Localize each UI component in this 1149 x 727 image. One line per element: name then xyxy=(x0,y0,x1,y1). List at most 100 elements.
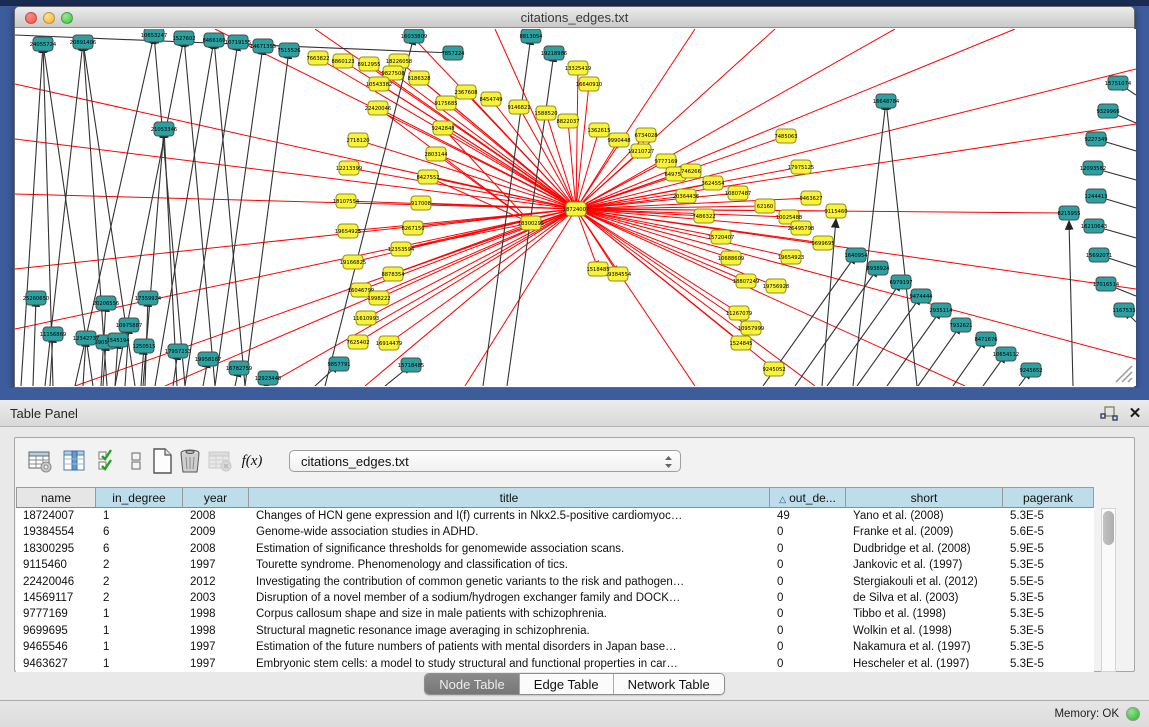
graph-node[interactable]: 14671355 xyxy=(250,39,276,53)
function-builder-icon[interactable]: f(x) xyxy=(239,448,265,474)
graph-node[interactable]: 11610993 xyxy=(353,311,379,325)
graph-node[interactable]: 1362615 xyxy=(587,123,610,137)
graph-node[interactable]: 9474444 xyxy=(909,289,933,303)
tab-edge-table[interactable]: Edge Table xyxy=(520,674,614,694)
graph-node[interactable]: 16782759 xyxy=(226,361,252,375)
graph-node[interactable]: 9227349 xyxy=(1084,132,1107,146)
graph-node[interactable]: 1640954 xyxy=(844,248,868,262)
graph-node[interactable]: 9329966 xyxy=(1096,104,1119,118)
graph-node[interactable]: 9175685 xyxy=(434,96,457,110)
window-titlebar[interactable]: citations_edges.txt xyxy=(15,7,1134,28)
graph-node[interactable]: 746266 xyxy=(681,164,701,178)
graph-node[interactable]: 10653247 xyxy=(141,29,167,42)
graph-edge[interactable] xyxy=(366,209,576,318)
column-header-name[interactable]: name xyxy=(16,487,96,508)
graph-node[interactable]: 8215955 xyxy=(1057,206,1080,220)
graph-node[interactable]: 10975887 xyxy=(116,318,142,332)
table-row[interactable]: 977716911998Corpus callosum shape and si… xyxy=(16,606,1094,622)
graph-node[interactable]: 9245052 xyxy=(762,362,785,376)
graph-edge[interactable] xyxy=(154,35,185,386)
close-panel-icon[interactable]: ✕ xyxy=(1127,404,1143,422)
column-header-out_de[interactable]: △out_de... xyxy=(770,487,846,508)
graph-edge[interactable] xyxy=(1069,221,1073,386)
graph-node[interactable]: 9857791 xyxy=(327,357,350,371)
graph-node[interactable]: 7932621 xyxy=(949,318,972,332)
graph-edge[interactable] xyxy=(465,209,576,386)
graph-node[interactable]: 10654112 xyxy=(993,347,1019,361)
graph-node[interactable]: 7485063 xyxy=(774,129,797,143)
graph-node[interactable]: 9699695 xyxy=(811,236,834,250)
delete-rows-trash-icon[interactable] xyxy=(177,448,203,474)
table-row[interactable]: 946554611997Estimation of the future num… xyxy=(16,639,1094,655)
graph-node[interactable]: 19654925 xyxy=(335,224,361,238)
graph-node[interactable]: 18107554 xyxy=(333,194,360,208)
graph-node[interactable]: 12093582 xyxy=(1080,161,1106,175)
graph-node[interactable]: 9146821 xyxy=(507,100,530,114)
graph-node[interactable]: 9777169 xyxy=(654,154,677,168)
graph-node[interactable]: 8454749 xyxy=(479,92,502,106)
graph-edge[interactable] xyxy=(184,38,215,386)
table-row[interactable]: 911546021997Tourette syndrome. Phenomeno… xyxy=(16,557,1094,573)
graph-node[interactable]: 16648784 xyxy=(873,94,900,108)
memory-ok-indicator-icon[interactable] xyxy=(1126,707,1140,721)
table-row[interactable]: 1872400712008Changes of HCN gene express… xyxy=(16,508,1094,524)
graph-node[interactable]: 19218986 xyxy=(541,46,567,60)
graph-node[interactable]: 19958167 xyxy=(195,352,221,366)
graph-node[interactable]: 17975125 xyxy=(788,160,814,174)
graph-node[interactable]: 9242848 xyxy=(431,121,454,135)
graph-node[interactable]: 18300295 xyxy=(518,216,544,230)
graph-node[interactable]: 1588520 xyxy=(534,106,557,120)
graph-node[interactable]: 62160 xyxy=(755,199,775,213)
graph-node[interactable]: 16033809 xyxy=(401,29,427,43)
graph-edge[interactable] xyxy=(576,29,775,209)
graph-edge[interactable] xyxy=(576,29,1015,209)
graph-node[interactable]: 10688609 xyxy=(718,251,744,265)
table-row[interactable]: 946362711997Embryonic stem cells: a mode… xyxy=(16,656,1094,672)
graph-node[interactable]: 8822037 xyxy=(556,114,579,128)
float-window-icon[interactable] xyxy=(1100,405,1118,421)
graph-node[interactable]: 17957253 xyxy=(165,344,191,358)
graph-node[interactable]: 8878354 xyxy=(381,267,405,281)
show-columns-icon[interactable] xyxy=(61,448,87,474)
table-row[interactable]: 1938455462009Genome-wide association stu… xyxy=(16,524,1094,540)
graph-node[interactable]: 1545194 xyxy=(106,333,130,347)
graph-node[interactable]: 8813054 xyxy=(519,29,543,43)
window-resize-grip[interactable] xyxy=(1108,358,1134,384)
graph-node[interactable]: 19210727 xyxy=(628,144,654,158)
graph-node[interactable]: 12923448 xyxy=(255,371,281,385)
graph-node[interactable]: 15692071 xyxy=(1086,248,1112,262)
graph-edge[interactable] xyxy=(795,268,878,386)
table-mode-icon[interactable] xyxy=(27,448,53,474)
graph-node[interactable]: 15718485 xyxy=(398,358,424,372)
graph-edge[interactable] xyxy=(887,310,941,386)
table-row[interactable]: 969969511998Structural magnetic resonanc… xyxy=(16,623,1094,639)
graph-node[interactable]: 2935114 xyxy=(929,303,953,317)
graph-edge[interactable] xyxy=(576,29,895,209)
graph-node[interactable]: 17016514 xyxy=(1093,277,1120,291)
graph-node[interactable]: 8466160 xyxy=(202,33,225,47)
graph-edge[interactable] xyxy=(576,69,1136,209)
graph-edge[interactable] xyxy=(214,40,245,386)
graph-node[interactable]: 1518485 xyxy=(586,262,609,276)
graph-node[interactable]: 18724007 xyxy=(563,202,589,216)
graph-node[interactable]: 7625402 xyxy=(346,335,369,349)
graph-node[interactable]: 9990448 xyxy=(607,133,630,147)
graph-node[interactable]: 20364436 xyxy=(673,189,699,203)
table-row[interactable]: 2242004622012Investigating the contribut… xyxy=(16,574,1094,590)
graph-node[interactable]: 1524845 xyxy=(729,336,752,350)
graph-edge[interactable] xyxy=(576,29,695,209)
graph-node[interactable]: 1244413 xyxy=(1084,189,1107,203)
column-header-in_degree[interactable]: in_degree xyxy=(96,487,183,508)
graph-node[interactable]: 9463627 xyxy=(799,191,822,205)
graph-node[interactable]: 10719155 xyxy=(225,35,251,49)
graph-node[interactable]: 10957999 xyxy=(738,321,764,335)
graph-node[interactable]: 8912955 xyxy=(357,57,380,71)
graph-node[interactable]: 17359924 xyxy=(135,291,162,305)
graph-edge[interactable] xyxy=(853,101,886,386)
graph-node[interactable]: 12213399 xyxy=(336,161,362,175)
graph-edge[interactable] xyxy=(353,209,576,262)
panel-splitter[interactable] xyxy=(0,388,1149,400)
graph-node[interactable]: 16640910 xyxy=(576,77,602,91)
graph-node[interactable]: 8860123 xyxy=(331,54,354,68)
delete-table-icon-disabled[interactable] xyxy=(207,448,233,474)
